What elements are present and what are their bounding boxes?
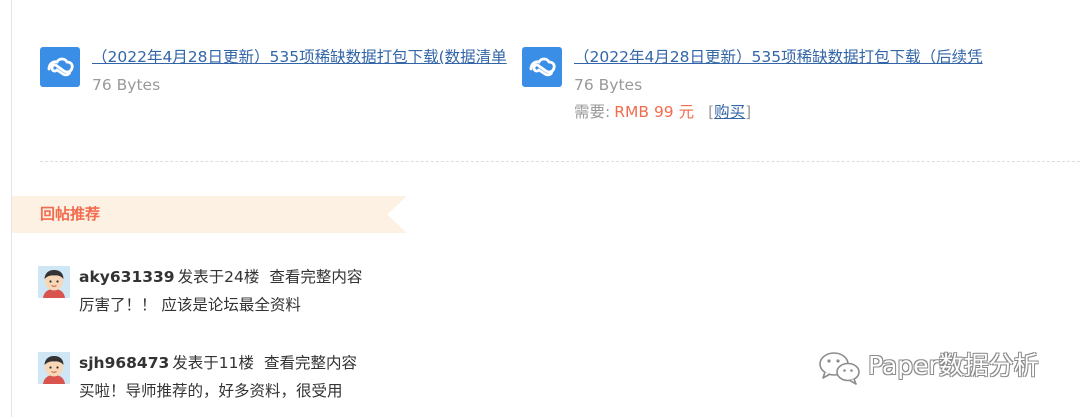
cloud-icon[interactable] (40, 47, 80, 87)
reply-text: 厉害了！！ 应该是论坛最全资料 (79, 296, 301, 314)
reply-floor: 发表于24楼 (177, 268, 260, 286)
reply-username[interactable]: sjh968473 (79, 354, 169, 372)
wechat-icon (818, 351, 862, 385)
buy-bracket: [购买] (708, 103, 751, 121)
section-banner: 回帖推荐 (12, 196, 407, 233)
forum-post-footer: （2022年4月28日更新）535项稀缺数据打包下载(数据清单 76 Bytes… (0, 0, 1080, 417)
reply-text: 买啦！导师推荐的，好多资料，很受用 (79, 382, 343, 400)
reply-floor: 发表于11楼 (172, 354, 255, 372)
attachment-size: 76 Bytes (92, 76, 161, 94)
avatar[interactable] (38, 352, 70, 384)
cloud-icon[interactable] (522, 47, 562, 87)
buy-link[interactable]: 购买 (714, 103, 745, 121)
reply-username[interactable]: aky631339 (79, 268, 175, 286)
attachment-size: 76 Bytes (574, 76, 643, 94)
watermark-text: Paper数据分析 (868, 351, 1039, 380)
reply-meta: sjh968473 发表于11楼 查看完整内容 (79, 350, 738, 376)
section-title: 回帖推荐 (40, 205, 101, 223)
buy-bracket-close: ] (745, 103, 752, 121)
reply-meta: aky631339 发表于24楼 查看完整内容 (79, 264, 738, 290)
price-label: 需要: (574, 103, 611, 121)
view-full-content-link[interactable]: 查看完整内容 (264, 354, 357, 372)
attachment-link[interactable]: （2022年4月28日更新）535项稀缺数据打包下载（后续凭 (574, 43, 1042, 71)
avatar[interactable] (38, 266, 70, 298)
attachment-price-row: 需要: RMB 99 元 [购买] (574, 99, 1042, 125)
view-full-content-link[interactable]: 查看完整内容 (269, 268, 362, 286)
dashed-divider (40, 161, 1080, 162)
post-left-border (11, 0, 12, 417)
attachment-link[interactable]: （2022年4月28日更新）535项稀缺数据打包下载(数据清单 (92, 43, 510, 71)
price-value: RMB 99 元 (614, 103, 695, 121)
